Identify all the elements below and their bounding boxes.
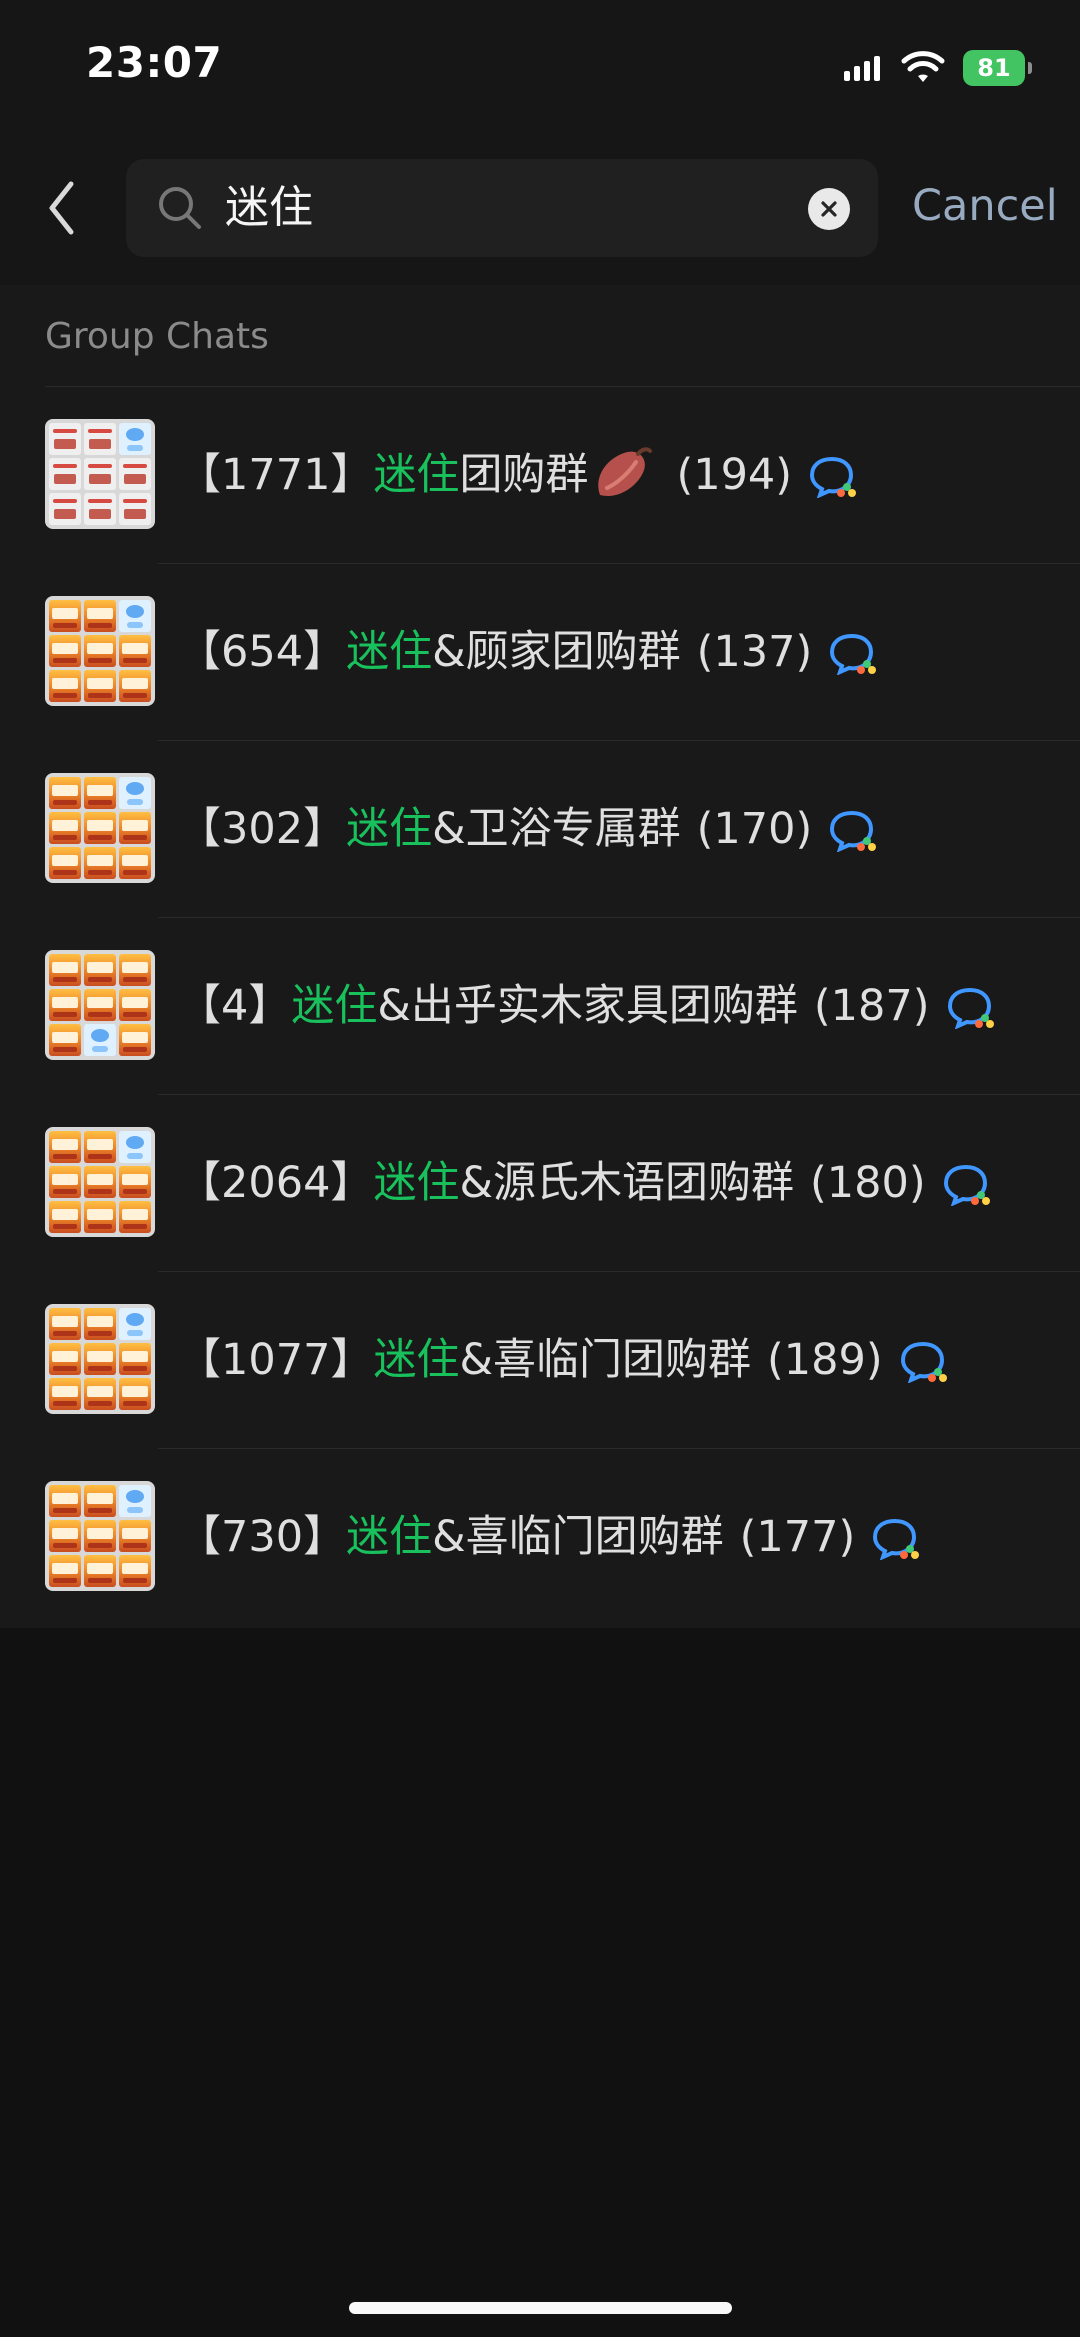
chat-badge-icon xyxy=(943,1164,990,1206)
clear-search-icon[interactable] xyxy=(808,188,850,230)
group-avatar xyxy=(45,419,155,529)
status-bar: 23:07 81 xyxy=(0,0,1080,132)
group-avatar xyxy=(45,596,155,706)
group-chat-row-1771[interactable]: 【1771】 迷住 团购群 (194) xyxy=(0,387,1080,564)
group-name: &喜临门团购群 xyxy=(459,1335,751,1385)
wifi-icon xyxy=(901,51,945,82)
search-icon xyxy=(159,187,201,229)
search-input[interactable]: 迷住 xyxy=(126,159,878,257)
group-chat-row-2064[interactable]: 【2064】 迷住 &源氏木语团购群 (180) xyxy=(0,1095,1080,1272)
group-chat-row-654[interactable]: 【654】 迷住 &顾家团购群 (137) xyxy=(0,564,1080,741)
group-title: 【1077】 迷住 &喜临门团购群 (189) xyxy=(178,1330,951,1390)
search-highlight: 迷住 xyxy=(291,981,378,1031)
group-avatar xyxy=(45,1127,155,1237)
search-highlight: 迷住 xyxy=(346,627,433,677)
search-highlight: 迷住 xyxy=(346,804,433,854)
group-number: 【302】 xyxy=(178,804,347,854)
search-highlight: 迷住 xyxy=(373,1335,460,1385)
close-icon xyxy=(821,201,837,217)
group-title: 【2064】 迷住 &源氏木语团购群 (180) xyxy=(178,1153,994,1213)
group-chat-row-1077[interactable]: 【1077】 迷住 &喜临门团购群 (189) xyxy=(0,1272,1080,1449)
group-name: &顾家团购群 xyxy=(432,627,681,677)
group-avatar xyxy=(45,1304,155,1414)
battery-indicator: 81 xyxy=(963,50,1032,86)
search-highlight: 迷住 xyxy=(373,1158,460,1208)
group-title: 【4】 迷住 &出乎实木家具团购群 (187) xyxy=(178,976,998,1036)
cancel-button[interactable]: Cancel xyxy=(912,181,1058,231)
sweet-potato-icon xyxy=(598,447,653,496)
group-name: &源氏木语团购群 xyxy=(459,1158,794,1208)
group-avatar xyxy=(45,1481,155,1591)
group-number: 【1771】 xyxy=(178,450,374,500)
status-time: 23:07 xyxy=(86,38,223,87)
member-count: (170) xyxy=(696,804,813,854)
group-avatar xyxy=(45,950,155,1060)
group-title: 【654】 迷住 &顾家团购群 (137) xyxy=(178,622,880,682)
group-number: 【654】 xyxy=(178,627,347,677)
group-title: 【302】 迷住 &卫浴专属群 (170) xyxy=(178,799,880,859)
member-count: (194) xyxy=(676,450,793,500)
group-chat-row-4[interactable]: 【4】 迷住 &出乎实木家具团购群 (187) xyxy=(0,918,1080,1095)
chat-badge-icon xyxy=(873,1518,920,1560)
chat-badge-icon xyxy=(900,1341,947,1383)
group-chat-row-730[interactable]: 【730】 迷住 &喜临门团购群 (177) xyxy=(0,1449,1080,1626)
group-title: 【730】 迷住 &喜临门团购群 (177) xyxy=(178,1507,923,1567)
chat-badge-icon xyxy=(830,810,877,852)
search-highlight: 迷住 xyxy=(373,450,460,500)
group-name: &喜临门团购群 xyxy=(432,1512,724,1562)
group-chat-row-302[interactable]: 【302】 迷住 &卫浴专属群 (170) xyxy=(0,741,1080,918)
group-number: 【4】 xyxy=(178,981,292,1031)
cellular-signal-icon xyxy=(844,56,880,81)
member-count: (189) xyxy=(766,1335,883,1385)
group-title: 【1771】 迷住 团购群 (194) xyxy=(178,445,860,505)
chat-badge-icon xyxy=(810,456,857,498)
member-count: (180) xyxy=(809,1158,926,1208)
group-number: 【730】 xyxy=(178,1512,347,1562)
group-chats-results: Group Chats 【1771】 迷住 团购群 (194) 【654】 迷住… xyxy=(0,285,1080,1628)
group-name: &出乎实木家具团购群 xyxy=(377,981,798,1031)
group-name: &卫浴专属群 xyxy=(432,804,681,854)
search-query[interactable]: 迷住 xyxy=(225,183,313,233)
member-count: (177) xyxy=(739,1512,856,1562)
group-avatar xyxy=(45,773,155,883)
chat-badge-icon xyxy=(830,633,877,675)
member-count: (137) xyxy=(696,627,813,677)
group-name: 团购群 xyxy=(459,450,589,500)
battery-level: 81 xyxy=(977,54,1011,82)
search-results-screen: 23:07 81 迷住 Cancel Group Chats 【1771】 迷住… xyxy=(0,0,1080,2337)
chat-badge-icon xyxy=(947,987,994,1029)
member-count: (187) xyxy=(813,981,930,1031)
search-highlight: 迷住 xyxy=(346,1512,433,1562)
home-indicator xyxy=(349,2302,732,2314)
status-indicators: 81 xyxy=(843,48,1032,88)
search-header: 迷住 Cancel xyxy=(0,132,1080,285)
section-title: Group Chats xyxy=(45,316,269,357)
group-number: 【1077】 xyxy=(178,1335,374,1385)
back-icon[interactable] xyxy=(44,179,80,237)
group-number: 【2064】 xyxy=(178,1158,374,1208)
